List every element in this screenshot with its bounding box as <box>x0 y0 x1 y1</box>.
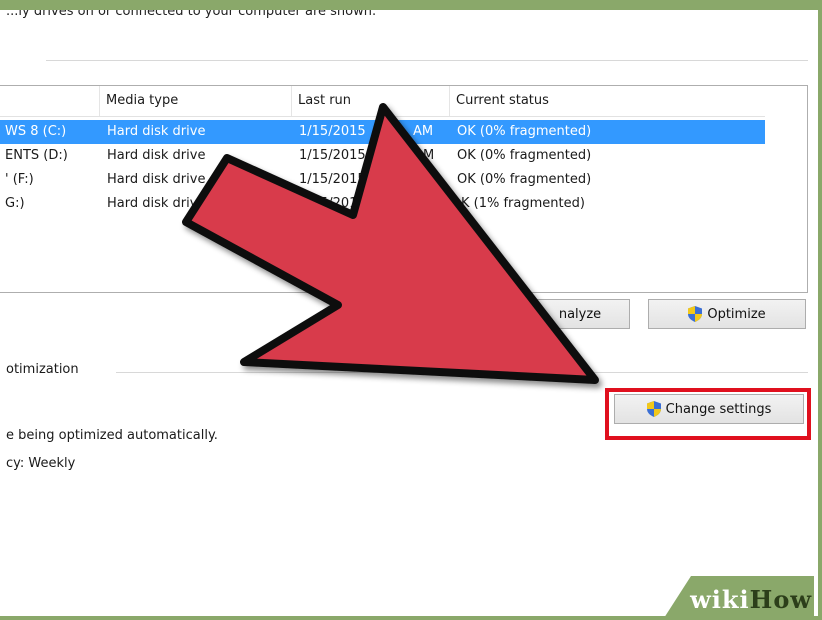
window-description: ...ly drives on or connected to your com… <box>6 10 377 19</box>
drive-name: ENTS (D:) <box>5 148 68 163</box>
drive-last-run-time: M <box>423 148 435 163</box>
drive-name: G:) <box>5 196 25 211</box>
drive-last-run-time: AM <box>413 124 434 139</box>
optimize-drives-window: ...ly drives on or connected to your com… <box>0 10 818 616</box>
drive-name: WS 8 (C:) <box>5 124 67 139</box>
drive-media-type: Hard disk drive <box>107 124 206 139</box>
drive-last-run: 1/15/2015 <box>299 172 366 187</box>
drive-last-run: 1/15/2015 <box>299 196 366 211</box>
drive-row[interactable]: WS 8 (C:) Hard disk drive 1/15/2015 AM O… <box>0 120 765 144</box>
drive-row[interactable]: ENTS (D:) Hard disk drive 1/15/2015 M OK… <box>0 144 765 168</box>
optimize-button[interactable]: Optimize <box>648 299 806 329</box>
drive-last-run: 1/15/2015 <box>299 148 366 163</box>
drive-status: OK (0% fragmented) <box>457 124 592 139</box>
wikihow-logo-part2: How <box>749 585 812 614</box>
top-divider <box>46 60 808 61</box>
drive-last-run-time: AM <box>413 196 434 211</box>
uac-shield-icon <box>688 306 703 322</box>
drive-last-run: 1/15/2015 <box>299 124 366 139</box>
drive-media-type: Hard disk drive <box>107 196 206 211</box>
scheduled-frequency-text: cy: Weekly <box>6 456 76 471</box>
wikihow-logo: wikiHow <box>690 585 812 614</box>
drive-row[interactable]: ' (F:) Hard disk drive 1/15/2015 AM OK (… <box>0 168 765 192</box>
drive-row[interactable]: G:) Hard disk drive 1/15/2015 AM K (1% f… <box>0 192 765 216</box>
scheduled-optimization-heading: otimization <box>6 362 79 377</box>
scheduled-status-text: e being optimized automatically. <box>6 428 218 443</box>
drive-name: ' (F:) <box>5 172 34 187</box>
scheduled-divider <box>116 372 808 373</box>
column-header-media-type[interactable]: Media type <box>99 86 291 116</box>
drive-status: K (1% fragmented) <box>461 196 585 211</box>
change-settings-highlight <box>605 388 811 440</box>
drive-status: OK (0% fragmented) <box>457 148 592 163</box>
analyze-button[interactable]: nalyze <box>490 299 630 329</box>
column-header-last-run[interactable]: Last run <box>291 86 449 116</box>
optimize-button-label: Optimize <box>707 306 766 322</box>
analyze-button-label: nalyze <box>558 306 602 322</box>
drive-status: OK (0% fragmented) <box>457 172 592 187</box>
drive-list[interactable]: Media type Last run Current status WS 8 … <box>0 85 808 293</box>
drive-media-type: Hard disk drive <box>107 172 206 187</box>
drive-media-type: Hard disk drive <box>107 148 206 163</box>
wikihow-logo-part1: wiki <box>690 585 750 614</box>
drive-last-run-time: AM <box>409 172 430 187</box>
drive-list-header: Media type Last run Current status <box>0 86 765 117</box>
column-header-drive[interactable] <box>0 86 99 116</box>
column-header-current-status[interactable]: Current status <box>449 86 765 116</box>
